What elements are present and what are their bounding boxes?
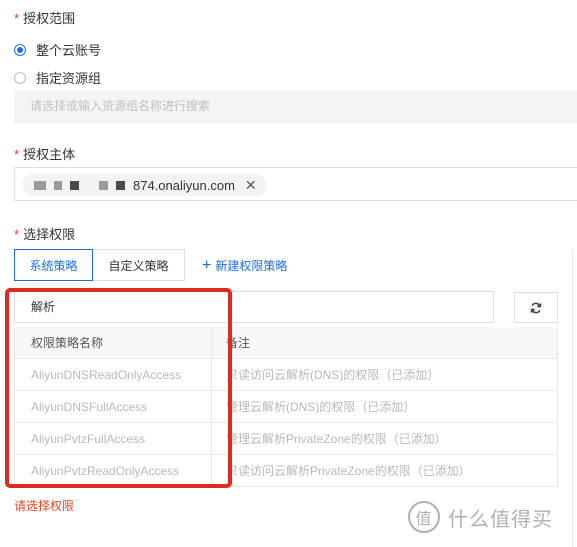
policy-note: 只读访问云解析PrivateZone的权限（已添加） bbox=[212, 455, 558, 486]
column-header-note: 备注 bbox=[212, 327, 558, 358]
radio-label-whole-account: 整个云账号 bbox=[36, 43, 102, 58]
permissions-label-text: 选择权限 bbox=[23, 227, 76, 242]
redacted-block bbox=[54, 180, 62, 190]
radio-checked-icon[interactable] bbox=[14, 43, 26, 56]
redacted-block bbox=[116, 180, 125, 190]
scope-label-text: 授权范围 bbox=[23, 11, 76, 26]
policy-note: 管理云解析(DNS)的权限（已添加） bbox=[212, 391, 558, 422]
required-mark: * bbox=[14, 11, 20, 26]
principal-tag: 874.onaliyun.com ✕ bbox=[22, 174, 267, 196]
new-policy-link[interactable]: + 新建权限策略 bbox=[202, 257, 287, 274]
new-policy-link-text: 新建权限策略 bbox=[215, 259, 288, 273]
tab-system-policy[interactable]: 系统策略 bbox=[14, 249, 93, 281]
policy-name: AliyunPvtzReadOnlyAccess bbox=[14, 455, 212, 486]
radio-whole-account[interactable]: 整个云账号 bbox=[14, 40, 101, 59]
policy-table: 权限策略名称 备注 AliyunDNSReadOnlyAccess 只读访问云解… bbox=[14, 327, 558, 487]
resource-group-search-input[interactable]: 请选择或输入资源组名称进行搜索 bbox=[14, 90, 577, 123]
close-icon[interactable]: ✕ bbox=[245, 177, 257, 194]
policy-search-input[interactable]: 解析 bbox=[14, 291, 494, 323]
radio-unchecked-icon[interactable] bbox=[14, 71, 26, 84]
redacted-block bbox=[99, 180, 108, 190]
table-header: 权限策略名称 备注 bbox=[14, 327, 558, 359]
watermark-text: 什么值得买 bbox=[448, 508, 553, 531]
column-header-name: 权限策略名称 bbox=[14, 327, 212, 358]
plus-icon: + bbox=[202, 256, 212, 274]
policy-note: 只读访问云解析(DNS)的权限（已添加） bbox=[212, 359, 558, 390]
principal-label: * 授权主体 bbox=[14, 144, 75, 163]
radio-label-resource-group: 指定资源组 bbox=[36, 71, 102, 86]
redacted-block bbox=[70, 180, 79, 190]
redacted-block bbox=[34, 180, 46, 190]
policy-name: AliyunPvtzFullAccess bbox=[14, 423, 212, 454]
table-row[interactable]: AliyunPvtzReadOnlyAccess 只读访问云解析PrivateZ… bbox=[14, 455, 558, 487]
refresh-icon bbox=[530, 302, 542, 313]
policy-name: AliyunDNSFullAccess bbox=[14, 391, 212, 422]
scope-label: * 授权范围 bbox=[14, 8, 75, 27]
radio-resource-group[interactable]: 指定资源组 bbox=[14, 68, 101, 87]
table-row[interactable]: AliyunDNSFullAccess 管理云解析(DNS)的权限（已添加） bbox=[14, 391, 558, 423]
policy-note: 管理云解析PrivateZone的权限（已添加） bbox=[212, 423, 558, 454]
principal-label-text: 授权主体 bbox=[23, 147, 76, 162]
table-row[interactable]: AliyunPvtzFullAccess 管理云解析PrivateZone的权限… bbox=[14, 423, 558, 455]
required-mark: * bbox=[14, 147, 20, 162]
tab-custom-policy[interactable]: 自定义策略 bbox=[93, 249, 185, 281]
table-row[interactable]: AliyunDNSReadOnlyAccess 只读访问云解析(DNS)的权限（… bbox=[14, 359, 558, 391]
principal-tag-text: 874.onaliyun.com bbox=[133, 177, 235, 193]
watermark: 值 什么值得买 bbox=[408, 501, 553, 533]
panel-divider bbox=[572, 249, 573, 547]
refresh-button[interactable] bbox=[514, 292, 558, 323]
permission-error-message: 请选择权限 bbox=[14, 499, 75, 513]
watermark-logo-icon: 值 bbox=[408, 501, 440, 533]
permissions-label: * 选择权限 bbox=[14, 224, 75, 243]
policy-name: AliyunDNSReadOnlyAccess bbox=[14, 359, 212, 390]
required-mark: * bbox=[14, 227, 20, 242]
